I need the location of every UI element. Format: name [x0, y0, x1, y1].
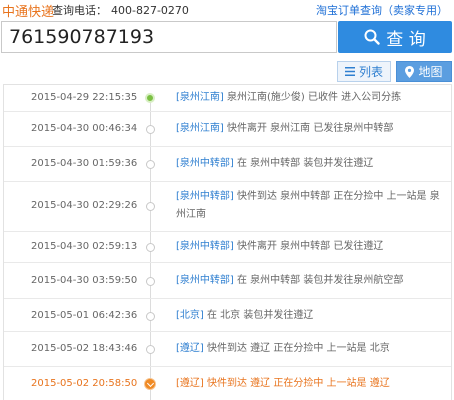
latest-status-icon — [144, 378, 156, 390]
timeline-start-dot — [145, 93, 155, 103]
list-view-label: 列表 — [358, 65, 383, 79]
record-site: [泉州中转部] — [176, 275, 234, 286]
timeline-dot — [146, 277, 155, 286]
record-time: 2015-04-29 22:15:35 — [31, 92, 138, 103]
record-description: [遵辽] 快件到达 遵辽 正在分捡中 上一站是 遵辽 — [176, 375, 444, 393]
record-text: 快件到达 遵辽 正在分捡中 上一站是 遵辽 — [203, 378, 390, 389]
record-site: [泉州江南] — [176, 123, 224, 134]
list-icon — [344, 67, 355, 76]
tracking-record: 2015-05-01 06:42:36 [北京] 在 北京 装包并发往遵辽 — [4, 298, 451, 331]
record-time: 2015-05-02 18:43:46 — [31, 343, 138, 354]
timeline-dot — [146, 312, 155, 321]
tracking-record: 2015-04-30 01:59:36 [泉州中转部] 在 泉州中转部 装包并发… — [4, 146, 451, 181]
tracking-record: 2015-04-30 03:59:50 [泉州中转部] 在 泉州中转部 装包并发… — [4, 262, 451, 298]
record-text: 在 北京 装包并发往遵辽 — [203, 310, 314, 321]
timeline-dot — [146, 345, 155, 354]
record-text: 快件离开 泉州江南 已发往泉州中转部 — [223, 123, 394, 134]
record-time: 2015-05-01 06:42:36 — [31, 310, 138, 321]
hotline-number: 400-827-0270 — [111, 4, 189, 17]
timeline-dot — [146, 125, 155, 134]
tracking-record: 2015-04-29 22:15:35 [泉州江南] 泉州江南(施少俊) 已收件… — [4, 85, 451, 111]
record-description: [泉州中转部] 快件离开 泉州中转部 已发往遵辽 — [176, 238, 444, 256]
tracking-record-latest: 2015-05-02 20:58:50 [遵辽] 快件到达 遵辽 正在分捡中 上… — [4, 366, 451, 400]
list-view-button[interactable]: 列表 — [337, 61, 391, 82]
search-icon — [364, 29, 380, 45]
record-description: [泉州中转部] 在 泉州中转部 装包并发往遵辽 — [176, 155, 444, 173]
record-site: [泉州中转部] — [176, 241, 234, 252]
record-description: [泉州江南] 快件离开 泉州江南 已发往泉州中转部 — [176, 120, 444, 138]
record-time: 2015-04-30 03:59:50 — [31, 275, 138, 286]
record-description: [泉州中转部] 快件到达 泉州中转部 正在分捡中 上一站是 泉州江南 — [176, 188, 444, 224]
query-button[interactable]: 查 询 — [338, 21, 452, 53]
record-time: 2015-04-30 02:29:26 — [31, 200, 138, 211]
hotline-label: 查询电话： — [52, 4, 107, 17]
taobao-order-query-link[interactable]: 淘宝订单查询（卖家专用） — [316, 2, 448, 18]
record-text: 在 泉州中转部 装包并发往遵辽 — [233, 158, 374, 169]
timeline-dot — [146, 160, 155, 169]
timeline-dot — [146, 243, 155, 252]
record-site: [泉州中转部] — [176, 191, 234, 202]
record-time: 2015-04-30 02:59:13 — [31, 241, 138, 252]
brand-title: 中通快递 — [2, 5, 55, 20]
tracking-number-input[interactable] — [1, 21, 337, 53]
record-text: 快件到达 遵辽 正在分捡中 上一站是 北京 — [203, 343, 390, 354]
top-bar: 中通快递 查询电话： 400-827-0270 淘宝订单查询（卖家专用） — [0, 0, 454, 20]
record-site: [遵辽] — [176, 343, 204, 354]
record-text: 在 泉州中转部 装包并发往泉州航空部 — [233, 275, 404, 286]
record-description: [泉州江南] 泉州江南(施少俊) 已收件 进入公司分拣 — [176, 89, 444, 107]
record-description: [泉州中转部] 在 泉州中转部 装包并发往泉州航空部 — [176, 272, 444, 290]
tracking-record: 2015-04-30 02:29:26 [泉州中转部] 快件到达 泉州中转部 正… — [4, 181, 451, 231]
record-site: [北京] — [176, 310, 204, 321]
record-text: 快件离开 泉州中转部 已发往遵辽 — [233, 241, 384, 252]
tracking-timeline: 2015-04-29 22:15:35 [泉州江南] 泉州江南(施少俊) 已收件… — [3, 84, 452, 400]
map-view-button[interactable]: 地图 — [396, 61, 452, 82]
record-time: 2015-04-30 01:59:36 — [31, 158, 138, 169]
record-time: 2015-04-30 00:46:34 — [31, 123, 138, 134]
record-description: [遵辽] 快件到达 遵辽 正在分捡中 上一站是 北京 — [176, 340, 444, 358]
record-time: 2015-05-02 20:58:50 — [31, 378, 138, 389]
record-description: [北京] 在 北京 装包并发往遵辽 — [176, 307, 444, 325]
map-view-label: 地图 — [418, 65, 443, 79]
tracking-record: 2015-04-30 00:46:34 [泉州江南] 快件离开 泉州江南 已发往… — [4, 111, 451, 146]
hotline: 查询电话： 400-827-0270 — [52, 2, 189, 18]
query-button-label: 查 询 — [386, 29, 426, 50]
record-site: [泉州江南] — [176, 92, 224, 103]
tracking-record: 2015-04-30 02:59:13 [泉州中转部] 快件离开 泉州中转部 已… — [4, 231, 451, 262]
record-text: 泉州江南(施少俊) 已收件 进入公司分拣 — [223, 92, 402, 103]
tracking-record: 2015-05-02 18:43:46 [遵辽] 快件到达 遵辽 正在分捡中 上… — [4, 331, 451, 366]
map-pin-icon — [405, 65, 415, 78]
record-site: [泉州中转部] — [176, 158, 234, 169]
record-site: [遵辽] — [176, 378, 204, 389]
search-bar: 查 询 — [0, 21, 454, 53]
timeline-dot — [146, 202, 155, 211]
